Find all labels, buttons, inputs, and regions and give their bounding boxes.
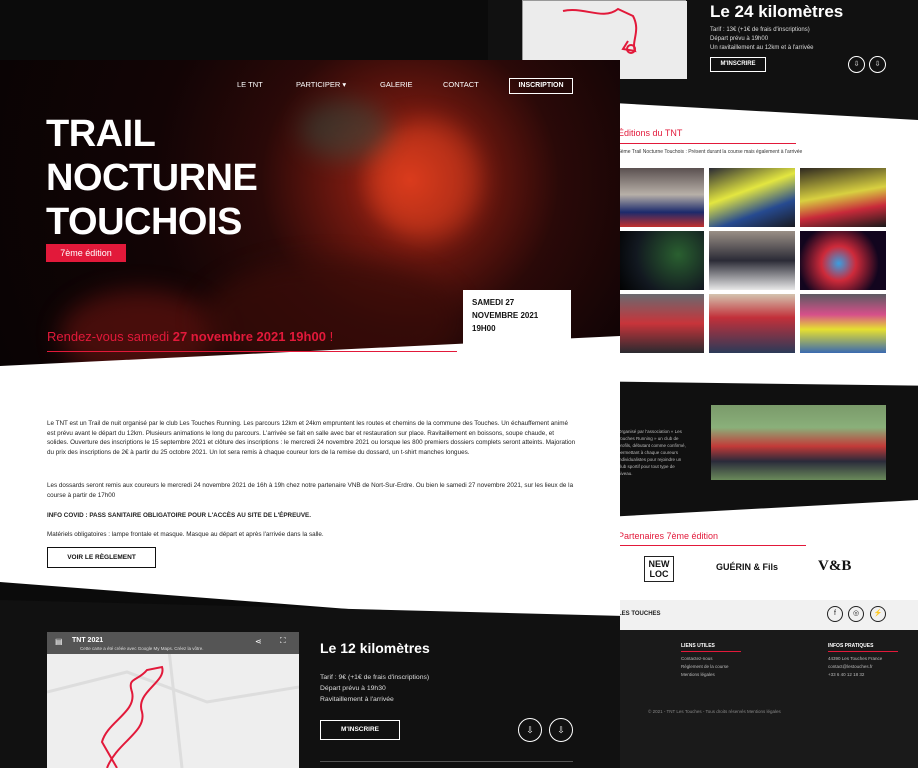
route-12-title: Le 12 kilomètres: [320, 640, 430, 656]
nav-item-tnt[interactable]: LE TNT: [237, 80, 263, 89]
intro-paragraph: Matériels obligatoires : lampe frontale …: [47, 531, 324, 538]
download-icon[interactable]: ⇩: [869, 56, 886, 73]
nav-item-participer[interactable]: PARTICIPER ▾: [296, 80, 346, 89]
event-date-box: SAMEDI 27 NOVEMBRE 2021 19H00: [463, 290, 571, 344]
instagram-icon[interactable]: ◎: [848, 606, 864, 622]
partners-title: Partenaires 7ème édition: [618, 531, 719, 541]
map-subtitle: Cette carte a été créée avec Google My M…: [80, 646, 204, 651]
strava-icon[interactable]: ⚡: [870, 606, 886, 622]
route-12-register-button[interactable]: M'INSCRIRE: [320, 720, 400, 740]
hero-title-line: TRAIL: [46, 113, 156, 155]
gallery-photo[interactable]: [618, 231, 704, 290]
club-description: Organisé par l'association « Les Touches…: [618, 429, 686, 476]
intro-section: [0, 336, 620, 630]
intro-paragraph: Le TNT est un Trail de nuit organisé par…: [47, 420, 576, 456]
page-mockup: Le 24 kilomètres Tarif : 13€ (+1€ de fra…: [0, 0, 918, 768]
fullscreen-icon[interactable]: ⛶: [280, 636, 286, 646]
divider: [618, 545, 806, 546]
photo-gallery: [618, 168, 886, 353]
intro-heading: Rendez-vous samedi 27 novembre 2021 19h0…: [47, 329, 334, 344]
route-12-map[interactable]: ▤ TNT 2021 Cette carte a été créée avec …: [47, 632, 299, 768]
route-24-info: Tarif : 13€ (+1€ de frais d'inscriptions…: [710, 27, 814, 51]
divider: [618, 143, 796, 144]
download-icon[interactable]: ⇩: [549, 718, 573, 742]
partner-logo-guerin: GUÉRIN & Fils: [716, 562, 779, 572]
download-icon[interactable]: ⇩: [518, 718, 542, 742]
intro-paragraph: Les dossards seront remis aux coureurs l…: [47, 482, 574, 499]
map-sidebar-icon[interactable]: ▤: [55, 637, 63, 646]
gallery-title: Éditions du TNT: [618, 128, 683, 138]
gallery-photo[interactable]: [618, 294, 704, 353]
hero-title-line: TOUCHOIS: [46, 201, 242, 243]
social-bar-text: LES TOUCHES: [618, 611, 661, 617]
gallery-photo[interactable]: [800, 294, 886, 353]
caret-down-icon: ▾: [342, 80, 347, 89]
partner-logo-newloc: NEW LOC: [644, 556, 674, 582]
gallery-photo[interactable]: [618, 168, 704, 227]
footer-info-title: INFOS PRATIQUES: [828, 643, 874, 649]
gallery-photo[interactable]: [800, 168, 886, 227]
divider: [320, 761, 573, 762]
hero-title-line: NOCTURNE: [46, 157, 258, 199]
gallery-photo[interactable]: [709, 231, 795, 290]
route-24-title: Le 24 kilomètres: [710, 2, 844, 21]
route-12-info: Tarif : 9€ (+1€ de frais d'inscriptions)…: [320, 674, 430, 703]
divider: [47, 351, 457, 352]
gallery-subtitle: 6ème Trail Nocturne Touchois : Présent d…: [618, 149, 803, 155]
nav-item-contact[interactable]: CONTACT: [443, 80, 479, 89]
footer-link[interactable]: Mentions légales: [681, 671, 729, 679]
divider: [828, 651, 898, 652]
download-icon[interactable]: ⇩: [848, 56, 865, 73]
hero-headlamps-glow: [300, 100, 390, 160]
nav-item-galerie[interactable]: GALERIE: [380, 80, 413, 89]
inscription-button[interactable]: INSCRIPTION: [509, 78, 573, 94]
copyright: © 2021 - TNT Les Touches - Tous droits r…: [648, 709, 781, 714]
facebook-icon[interactable]: f: [827, 606, 843, 622]
partner-logo-vb: V&B: [818, 558, 852, 574]
footer-link[interactable]: Règlement de la course: [681, 663, 729, 671]
footer-links: Contactez-nous Règlement de la course Me…: [681, 655, 729, 679]
footer-links-title: LIENS UTILES: [681, 643, 715, 649]
gallery-photo[interactable]: [709, 168, 795, 227]
share-icon[interactable]: ⋖: [255, 637, 262, 646]
divider: [681, 651, 741, 652]
covid-notice: INFO COVID : PASS SANITAIRE OBLIGATOIRE …: [47, 512, 311, 519]
map-title: TNT 2021: [72, 637, 104, 644]
gallery-photo[interactable]: [709, 294, 795, 353]
footer-link[interactable]: Contactez-nous: [681, 655, 729, 663]
main-nav: LE TNT PARTICIPER ▾ GALERIE CONTACT INSC…: [0, 78, 620, 100]
club-group-photo: [711, 405, 886, 480]
rules-button[interactable]: VOIR LE RÈGLEMENT: [47, 547, 156, 568]
gallery-photo[interactable]: [800, 231, 886, 290]
footer-info: 44390 Les Touches France contact@lestouc…: [828, 656, 883, 677]
route-24-register-button[interactable]: M'INSCRIRE: [710, 57, 766, 72]
edition-badge: 7ème édition: [46, 244, 126, 262]
